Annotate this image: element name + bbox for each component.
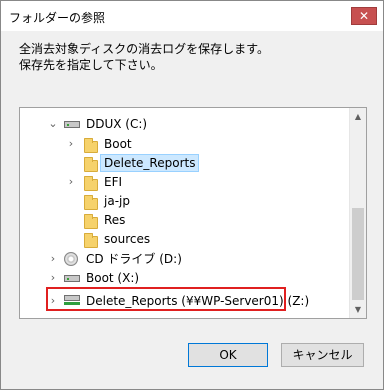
hard-drive-icon bbox=[64, 121, 80, 128]
instruction-text: 全消去対象ディスクの消去ログを保存します。 保存先を指定して下さい。 bbox=[19, 41, 269, 73]
ok-button[interactable]: OK bbox=[188, 343, 268, 367]
cancel-button[interactable]: キャンセル bbox=[281, 343, 364, 367]
tree-item-label: DDUX (C:) bbox=[86, 117, 148, 131]
tree-item-sources[interactable]: sources bbox=[20, 229, 350, 249]
tree-item-label: sources bbox=[104, 232, 151, 246]
tree-item-boot[interactable]: › Boot bbox=[20, 134, 350, 154]
tree-item-delete-reports[interactable]: Delete_Reports bbox=[20, 153, 350, 173]
chevron-down-icon[interactable]: ⌄ bbox=[48, 117, 58, 130]
highlight-annotation bbox=[46, 287, 286, 311]
folder-icon bbox=[84, 214, 98, 229]
folder-icon bbox=[84, 233, 98, 248]
tree-item-label: Delete_Reports bbox=[100, 154, 200, 172]
tree-item-ddux-c[interactable]: ⌄ DDUX (C:) bbox=[20, 114, 350, 134]
tree-item-label: Boot (X:) bbox=[86, 271, 140, 285]
tree-item-label: EFI bbox=[104, 175, 123, 189]
close-button[interactable]: ✕ bbox=[351, 7, 377, 25]
tree-item-boot-x[interactable]: › Boot (X:) bbox=[20, 268, 350, 288]
scroll-thumb[interactable] bbox=[352, 208, 364, 300]
chevron-right-icon[interactable]: › bbox=[66, 175, 76, 188]
tree-item-ja-jp[interactable]: ja-jp bbox=[20, 191, 350, 211]
folder-icon bbox=[84, 157, 98, 172]
tree-item-label: Res bbox=[104, 213, 126, 227]
chevron-right-icon[interactable]: › bbox=[66, 137, 76, 150]
scroll-up-icon[interactable]: ▲ bbox=[350, 108, 366, 125]
tree-item-label: Boot bbox=[104, 137, 132, 151]
instruction-line-2: 保存先を指定して下さい。 bbox=[19, 58, 163, 72]
chevron-right-icon[interactable]: › bbox=[48, 271, 58, 284]
title-bar: フォルダーの参照 ✕ bbox=[1, 1, 383, 31]
cd-drive-icon bbox=[64, 252, 78, 266]
folder-icon bbox=[84, 176, 98, 191]
tree-scrollbar[interactable]: ▲ ▼ bbox=[349, 108, 366, 318]
hard-drive-icon bbox=[64, 275, 80, 282]
folder-icon bbox=[84, 195, 98, 210]
tree-item-res[interactable]: Res bbox=[20, 210, 350, 230]
instruction-line-1: 全消去対象ディスクの消去ログを保存します。 bbox=[19, 42, 269, 56]
tree-item-label: CD ドライブ (D:) bbox=[86, 252, 182, 266]
scroll-down-icon[interactable]: ▼ bbox=[350, 301, 366, 318]
folder-browse-dialog: フォルダーの参照 ✕ 全消去対象ディスクの消去ログを保存します。 保存先を指定し… bbox=[0, 0, 384, 390]
folder-icon bbox=[84, 138, 98, 153]
tree-item-label: ja-jp bbox=[104, 194, 130, 208]
close-icon: ✕ bbox=[358, 9, 370, 23]
tree-item-efi[interactable]: › EFI bbox=[20, 172, 350, 192]
chevron-right-icon[interactable]: › bbox=[48, 252, 58, 265]
dialog-title: フォルダーの参照 bbox=[9, 11, 106, 25]
tree-item-cd-drive-d[interactable]: › CD ドライブ (D:) bbox=[20, 249, 350, 269]
